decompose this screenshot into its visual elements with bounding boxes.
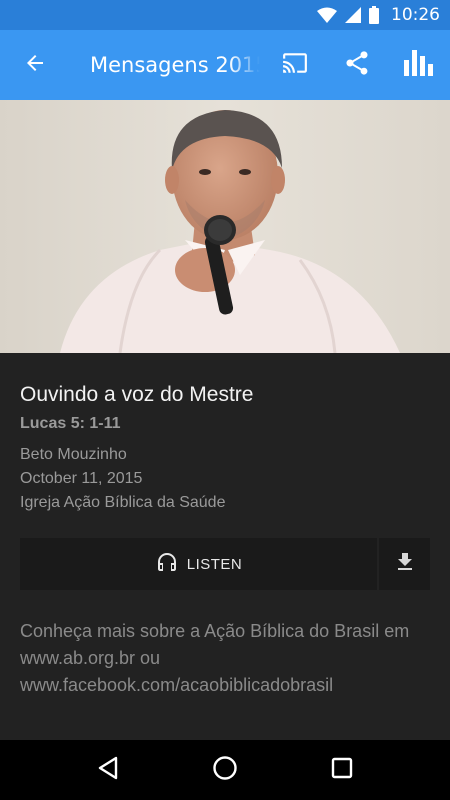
share-button[interactable] [326,30,388,100]
stats-button[interactable] [388,30,450,100]
speaker-photo [0,100,450,353]
cast-button[interactable] [264,30,326,100]
nav-back-button[interactable] [83,745,133,795]
home-circle-icon [212,755,238,785]
battery-icon [369,6,379,24]
share-icon [343,49,371,81]
status-bar: 10:26 [0,0,450,30]
cast-icon [280,50,310,80]
app-bar: Mensagens 2015 [0,30,450,100]
bar-chart-icon [404,50,434,80]
listen-label: LISTEN [186,555,243,573]
message-date: October 11, 2015 [20,470,143,487]
download-icon [393,550,417,578]
scripture-reference: Lucas 5: 1-11 [20,415,121,432]
action-buttons: LISTEN [20,538,430,590]
listen-button[interactable]: LISTEN [20,538,377,590]
page-title: Mensagens 2015 [90,53,260,77]
system-nav-bar [0,740,450,800]
download-button[interactable] [379,538,430,590]
back-button[interactable] [0,30,70,100]
signal-icon [345,7,361,23]
headphones-icon [155,550,179,578]
arrow-back-icon [23,51,47,79]
back-triangle-icon [97,756,119,784]
status-time: 10:26 [391,5,440,25]
nav-home-button[interactable] [200,745,250,795]
recents-square-icon [331,757,353,783]
message-details: Ouvindo a voz do Mestre Lucas 5: 1-11 Be… [0,353,450,740]
church-name: Igreja Ação Bíblica da Saúde [20,494,226,511]
app-bar-actions [264,30,450,100]
nav-recents-button[interactable] [317,745,367,795]
message-title: Ouvindo a voz do Mestre [20,383,254,406]
speaker-name: Beto Mouzinho [20,446,127,463]
wifi-icon [317,7,337,23]
info-text: Conheça mais sobre a Ação Bíblica do Bra… [20,621,410,695]
